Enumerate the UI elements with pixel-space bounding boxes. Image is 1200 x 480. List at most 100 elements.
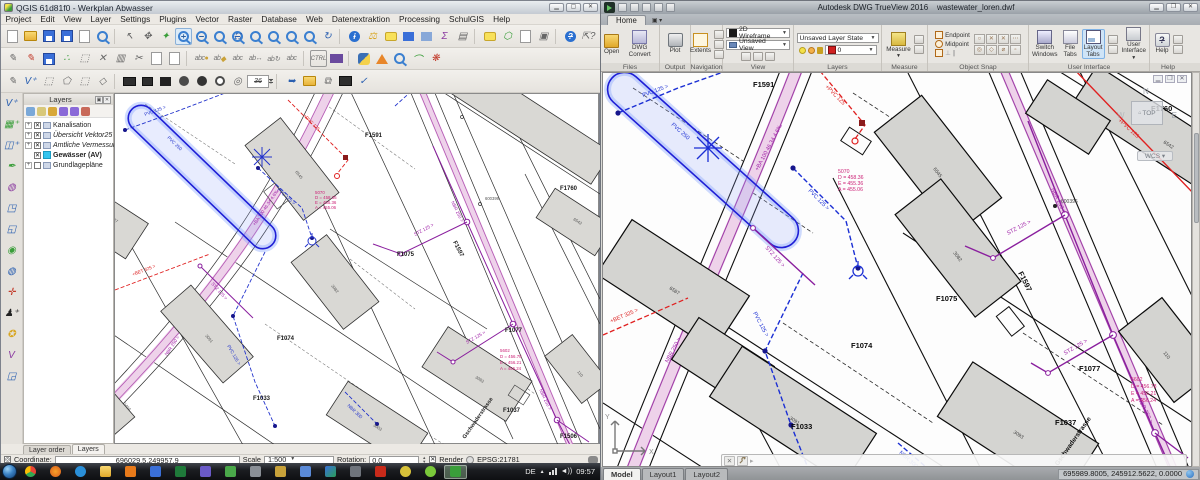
add-feather-icon[interactable]: ✒ xyxy=(3,158,20,175)
endpoint-button[interactable]: Endpoint xyxy=(935,31,970,39)
taskbar-chrome-icon[interactable] xyxy=(19,465,42,479)
tab-layers[interactable]: Layers xyxy=(72,444,105,454)
info-center-icon[interactable] xyxy=(1173,35,1183,44)
render-checkbox[interactable]: ✕ xyxy=(429,456,436,463)
annotation-icon[interactable] xyxy=(481,28,498,45)
snap-intersection-icon[interactable]: ✕ xyxy=(986,34,997,44)
layer-item-gewaesser[interactable]: ✕ Gewässer (AV) xyxy=(25,150,112,160)
crosshair-icon[interactable]: ✛ xyxy=(3,284,20,301)
copy-features-icon[interactable] xyxy=(148,50,165,67)
snap-circle-icon[interactable]: ○ xyxy=(974,34,985,44)
label-pin-icon[interactable]: ab◆ xyxy=(211,50,228,67)
processing-toolbox-icon[interactable] xyxy=(373,50,390,67)
maximize-icon[interactable]: ▢ xyxy=(566,3,581,12)
scale-spinbox[interactable]: 36▲▼ xyxy=(247,73,273,90)
new-print-layout-icon[interactable] xyxy=(76,28,93,45)
visual-style-combo[interactable]: 2D Wireframe▼ xyxy=(726,28,790,38)
map-tips-icon[interactable] xyxy=(382,28,399,45)
viewcube-top-face[interactable]: ⌂TOP xyxy=(1131,101,1163,125)
perpendicular-snap-icon[interactable]: ⊥ ∥ xyxy=(935,49,970,57)
qat-undo-icon[interactable] xyxy=(642,3,651,12)
layer-item-uebersicht[interactable]: + ✕ Übersicht Vektor25 xyxy=(25,130,112,140)
tab-layout1[interactable]: Layout1 xyxy=(642,468,685,480)
taskbar-excel-icon[interactable] xyxy=(169,465,192,479)
raster-stretch-icon[interactable] xyxy=(121,73,138,90)
snap-quadrant-icon[interactable]: ◇ xyxy=(986,45,997,55)
layer-checkbox[interactable] xyxy=(34,162,41,169)
command-close-icon[interactable]: ✕ xyxy=(724,456,735,466)
snap-extension-icon[interactable]: ⋯ xyxy=(1010,34,1021,44)
add-raster-icon[interactable]: ▦⁺ xyxy=(3,116,20,133)
command-tools-icon[interactable] xyxy=(737,456,748,466)
local-cumulative-icon[interactable] xyxy=(175,73,192,90)
taskbar-app-blue-icon[interactable] xyxy=(144,465,167,479)
snap-tangent-icon[interactable]: ⌀ xyxy=(998,45,1009,55)
zoom-to-selection-icon[interactable] xyxy=(247,28,264,45)
close-icon[interactable]: ✕ xyxy=(583,3,598,12)
taskbar-acrobat-icon[interactable] xyxy=(369,465,392,479)
v-tool-icon[interactable]: ✓ xyxy=(355,73,372,90)
view-state-combo[interactable]: Unsaved View▼ xyxy=(726,40,790,50)
quick-measure-icon[interactable] xyxy=(914,35,924,44)
restore-icon[interactable]: ❐ xyxy=(1165,75,1175,83)
pan-map-icon[interactable]: ↖ xyxy=(121,28,138,45)
menu-view[interactable]: View xyxy=(59,14,86,24)
expand-all-icon[interactable] xyxy=(59,107,68,116)
viewcube-wcs-menu[interactable]: WCS ▾ xyxy=(1137,151,1173,161)
layer-combo[interactable]: 0▼ xyxy=(825,45,877,55)
vertical-scrollbar[interactable] xyxy=(1192,72,1200,467)
menu-vector[interactable]: Vector xyxy=(191,14,224,24)
list-icon[interactable] xyxy=(914,45,924,54)
midpoint-button[interactable]: Midpoint xyxy=(935,40,970,48)
snap-node-icon[interactable]: ▫ xyxy=(1010,45,1021,55)
view-manager-icon[interactable] xyxy=(753,52,763,61)
print-atlas-icon[interactable] xyxy=(337,73,354,90)
viewcube-east[interactable]: E xyxy=(1172,111,1177,120)
tab-layer-order[interactable]: Layer order xyxy=(23,445,71,454)
select-freehand-icon[interactable]: ◇ xyxy=(94,73,111,90)
layer-item-kanalisation[interactable]: + ✕ Kanalisation xyxy=(25,120,112,130)
language-indicator[interactable]: DE xyxy=(525,467,535,476)
trueview-app-icon[interactable] xyxy=(604,2,615,13)
paste-style-icon[interactable] xyxy=(517,28,534,45)
taskbar-app-orange-icon[interactable] xyxy=(119,465,142,479)
manage-map-themes-icon[interactable] xyxy=(37,107,46,116)
add-feature-icon[interactable]: ∴ xyxy=(58,50,75,67)
panel-float-icon[interactable]: ▣ xyxy=(95,96,103,104)
tray-expand-icon[interactable]: ▲ xyxy=(540,469,545,475)
spiral-icon[interactable]: ◎ xyxy=(229,73,246,90)
new-bookmark-icon[interactable] xyxy=(400,28,417,45)
cut-features-icon[interactable]: ✂ xyxy=(130,50,147,67)
viewport-icon[interactable] xyxy=(765,52,775,61)
label-properties-icon[interactable]: abc xyxy=(283,50,300,67)
vertex-tool-icon[interactable]: ✕ xyxy=(94,50,111,67)
help-button[interactable]: ?Help xyxy=(1154,33,1171,55)
contrast-icon[interactable] xyxy=(211,73,228,90)
trueview-drawing-canvas[interactable]: F1591 F1760 F1075 F1074 F1077 F1033 F103… xyxy=(602,72,1192,467)
menu-edit[interactable]: Edit xyxy=(36,14,59,24)
attribute-table-icon[interactable]: ▤ xyxy=(454,28,471,45)
expander-icon[interactable]: + xyxy=(25,162,32,169)
add-wfs-icon[interactable]: ◱ xyxy=(3,221,20,238)
select-polygon-icon[interactable]: ⬠ xyxy=(58,73,75,90)
layer-checkbox[interactable]: ✕ xyxy=(34,122,41,129)
identify-features-icon[interactable]: i xyxy=(346,28,363,45)
menu-schulgis[interactable]: SchulGIS xyxy=(445,14,489,24)
label-highlight-icon[interactable]: abc xyxy=(229,50,246,67)
taskbar-app-gray-icon[interactable] xyxy=(244,465,267,479)
person-layer-icon[interactable]: ♟⁺ xyxy=(3,305,20,322)
taskbar-app-green-icon[interactable] xyxy=(219,465,242,479)
profile-tool-icon[interactable]: ⌒ xyxy=(409,50,426,67)
layer-state-combo[interactable]: Unsaved Layer State▼ xyxy=(797,33,879,43)
ribbon-options-icon[interactable]: ▣ ▾ xyxy=(652,17,662,25)
expander-icon[interactable]: + xyxy=(25,132,32,139)
current-edits-icon[interactable]: ✎ xyxy=(4,50,21,67)
open-layer-styling-icon[interactable] xyxy=(26,107,35,116)
zoom-in-icon[interactable]: + xyxy=(175,28,192,45)
remove-layer-icon[interactable] xyxy=(81,107,90,116)
manage-layers-vector-icon[interactable]: V⁺ xyxy=(3,95,20,112)
sign-in-icon[interactable] xyxy=(1173,45,1183,54)
save-edits-icon[interactable] xyxy=(40,50,57,67)
ctrl-badge-icon[interactable]: CTRL xyxy=(310,50,327,67)
scrollbar-thumb[interactable] xyxy=(1194,133,1199,223)
